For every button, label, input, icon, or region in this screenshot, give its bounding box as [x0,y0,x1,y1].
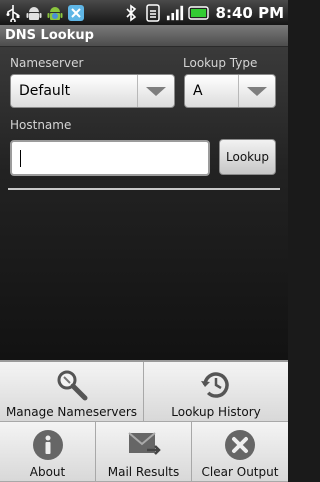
magnifier-wrench-icon [55,368,89,402]
app-icon [67,4,85,22]
lookup-type-value: A [193,83,203,99]
text-cursor [20,150,21,167]
app-title: DNS Lookup [5,28,94,43]
hostname-label: Hostname [10,118,72,132]
info-icon [31,428,65,462]
wifi-icon [144,3,162,22]
menu-item-label: Mail Results [107,465,180,479]
menu-item-lookup-history[interactable]: Lookup History [144,362,288,422]
android-icon [25,4,43,22]
nameserver-spinner[interactable]: Default [10,74,175,108]
history-icon [199,368,233,402]
close-circle-icon [223,428,257,462]
menu-item-label: About [29,465,66,479]
menu-item-about[interactable]: About [0,422,96,482]
lookup-button[interactable]: Lookup [219,139,276,175]
bluetooth-icon [122,3,140,22]
signal-icon [166,4,184,22]
lookup-type-label: Lookup Type [183,56,258,70]
hostname-input[interactable] [10,140,210,176]
menu-item-label: Clear Output [201,465,279,479]
nameserver-label: Nameserver [10,56,84,70]
lookup-form: Nameserver Lookup Type Default A Hostnam… [0,47,288,360]
usb-icon [4,4,22,22]
chevron-down-icon [238,75,275,107]
menu-item-label: Lookup History [171,405,261,419]
divider [8,188,280,190]
mail-icon [127,428,161,462]
clock: 8:40 PM [215,3,284,22]
menu-item-label: Manage Nameservers [5,405,138,419]
menu-item-clear-output[interactable]: Clear Output [192,422,288,482]
lookup-type-spinner[interactable]: A [184,74,276,108]
nameserver-value: Default [19,83,71,99]
options-menu: Manage Nameservers Lookup History About [0,360,288,482]
status-bar: 8:40 PM [0,0,288,25]
chevron-down-icon [137,75,174,107]
app-title-bar: DNS Lookup [0,25,288,47]
menu-item-manage-nameservers[interactable]: Manage Nameservers [0,362,144,422]
android-market-icon [46,4,64,22]
battery-icon [187,4,210,22]
menu-item-mail-results[interactable]: Mail Results [96,422,192,482]
